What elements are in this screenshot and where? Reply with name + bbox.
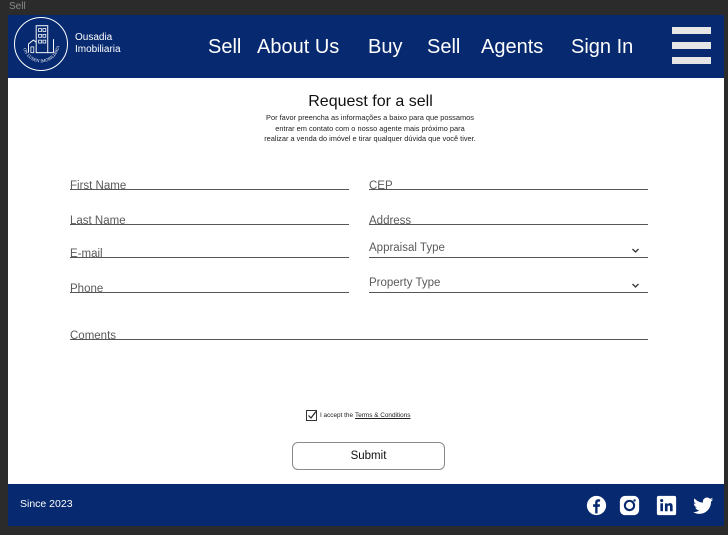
cep-input[interactable] — [369, 178, 648, 194]
nav-buy[interactable]: Buy — [368, 36, 402, 59]
sell-page: ON LUSEN IMOBILIARIA Ousadia Imobiliaria… — [8, 15, 724, 526]
brand-name[interactable]: Ousadia Imobiliaria — [75, 32, 121, 56]
facebook-icon[interactable] — [586, 495, 607, 516]
frame-label: Sell — [9, 1, 26, 12]
cep-field — [369, 174, 648, 194]
svg-text:ON LUSEN IMOBILIARIA: ON LUSEN IMOBILIARIA — [22, 45, 60, 63]
site-footer: Since 2023 — [8, 484, 724, 526]
appraisal-type-label: Appraisal Type — [369, 242, 445, 254]
nav-about-us[interactable]: About Us — [257, 36, 339, 59]
appraisal-type-select[interactable]: Appraisal Type — [369, 242, 648, 258]
form-title: Request for a sell — [308, 93, 433, 110]
consent-text: I accept the — [320, 411, 354, 419]
email-field — [70, 242, 349, 262]
email-input[interactable] — [70, 246, 349, 262]
last-name-field — [70, 209, 349, 229]
comments-input[interactable] — [70, 328, 648, 344]
nav-agents[interactable]: Agents — [481, 36, 543, 59]
phone-input[interactable] — [70, 281, 349, 297]
property-type-select[interactable]: Property Type — [369, 277, 648, 293]
address-field — [369, 209, 648, 229]
chevron-down-icon — [632, 283, 639, 288]
building-logo-icon: ON LUSEN IMOBILIARIA — [22, 25, 60, 63]
linkedin-icon[interactable] — [656, 495, 677, 516]
form-subtitle: Por favor preencha as informações a baix… — [264, 113, 476, 144]
since-text: Since 2023 — [20, 498, 73, 510]
hamburger-menu-icon[interactable] — [672, 27, 712, 64]
chevron-down-icon — [632, 248, 639, 253]
first-name-input[interactable] — [70, 178, 349, 194]
site-header: ON LUSEN IMOBILIARIA Ousadia Imobiliaria… — [8, 15, 724, 78]
checkmark-icon — [308, 410, 317, 419]
logo[interactable]: ON LUSEN IMOBILIARIA — [14, 17, 68, 71]
last-name-input[interactable] — [70, 213, 349, 229]
menu-bar — [672, 57, 711, 64]
terms-link[interactable]: Terms & Conditions — [355, 412, 410, 419]
brand-line2: Imobiliaria — [75, 44, 121, 55]
address-input[interactable] — [369, 213, 648, 229]
property-type-label: Property Type — [369, 277, 441, 289]
comments-field — [70, 324, 648, 344]
terms-consent: I accept the Terms & Conditions — [306, 409, 410, 421]
instagram-icon[interactable] — [619, 495, 640, 516]
submit-button[interactable]: Submit — [292, 442, 445, 470]
phone-field — [70, 277, 349, 297]
first-name-field — [70, 174, 349, 194]
logo-text: ON LUSEN IMOBILIARIA — [22, 45, 60, 63]
menu-bar — [672, 27, 711, 34]
menu-bar — [672, 42, 711, 49]
twitter-icon[interactable] — [693, 495, 714, 516]
terms-checkbox[interactable] — [306, 409, 317, 421]
brand-line1: Ousadia — [75, 32, 113, 43]
nav-sell[interactable]: Sell — [208, 36, 241, 59]
nav-sell-2[interactable]: Sell — [427, 36, 460, 59]
nav-sign-in[interactable]: Sign In — [571, 36, 633, 59]
